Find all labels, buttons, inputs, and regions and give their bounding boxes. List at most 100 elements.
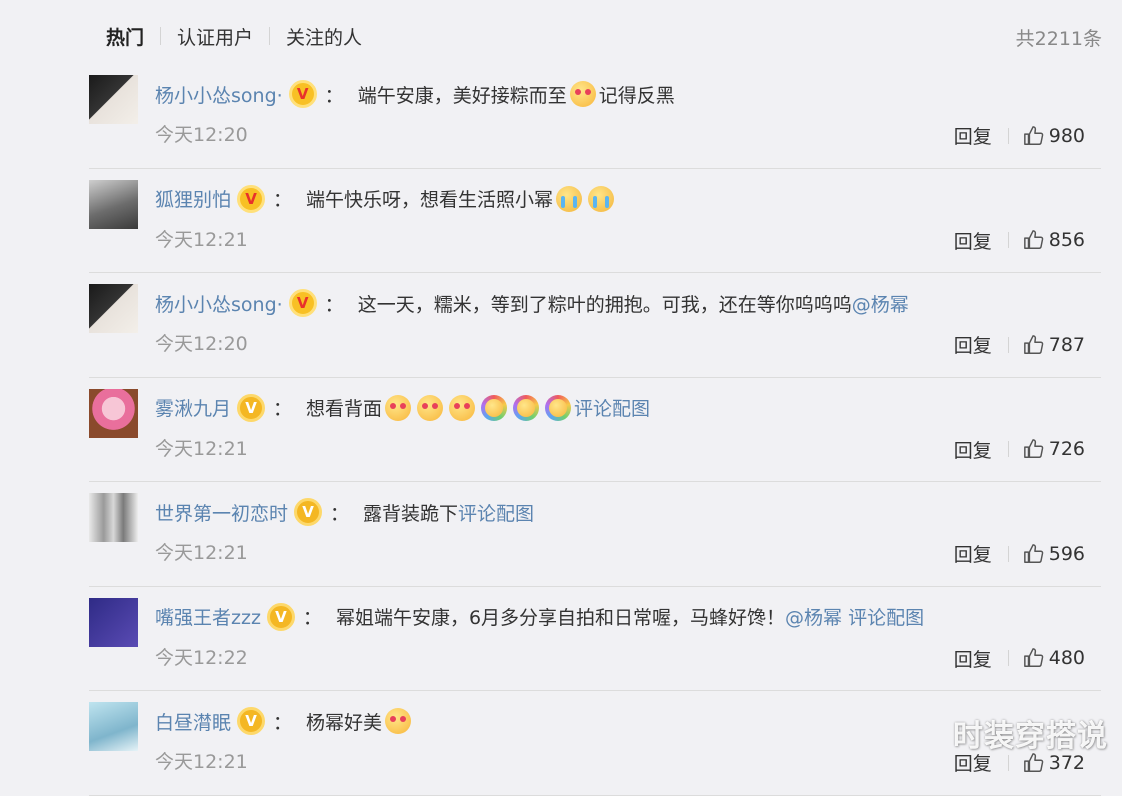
verified-badge-icon: V (237, 184, 266, 213)
comment-text: 这一天，糯米，等到了粽叶的拥抱。可我，还在等你呜呜呜 (357, 293, 852, 316)
tab-verified-users[interactable]: 认证用户 (177, 23, 253, 50)
reply-button[interactable]: 回复 (954, 227, 992, 254)
emoji-heart-icon (417, 394, 444, 421)
thumbs-up-icon (1023, 439, 1044, 458)
emoji-cry-icon (556, 185, 583, 212)
like-count: 980 (1048, 124, 1085, 147)
emoji-heart-icon (449, 394, 476, 421)
emoji-rainbow-icon (513, 394, 540, 421)
tab-separator (269, 27, 271, 45)
avatar[interactable] (89, 493, 138, 542)
action-separator (1007, 232, 1009, 248)
comment-content: 狐狸别怕 V ： 端午快乐呀，想看生活照小幂 (155, 184, 617, 214)
reply-button[interactable]: 回复 (954, 436, 992, 463)
action-separator (1007, 441, 1009, 457)
like-count: 856 (1048, 229, 1085, 251)
like-button[interactable]: 480 (1023, 647, 1085, 669)
comment-link[interactable]: @杨幂 评论配图 (785, 603, 924, 630)
avatar[interactable] (89, 388, 138, 438)
comment-time: 今天12:21 (155, 228, 248, 251)
username-link[interactable]: 杨小小怂song· (155, 81, 283, 108)
avatar[interactable] (89, 179, 138, 229)
emoji-heart-icon (385, 394, 412, 421)
tab-following[interactable]: 关注的人 (286, 23, 362, 50)
like-button[interactable]: 787 (1023, 334, 1085, 356)
username-link[interactable]: 世界第一初恋时 (155, 499, 288, 526)
comment-link[interactable]: @杨幂 (852, 290, 909, 317)
reply-button[interactable]: 回复 (954, 645, 992, 672)
action-separator (1007, 127, 1009, 144)
comment-item: 嘴强王者zzz V ： 幂姐端午安康，6月多分享自拍和日常喔，马蜂好馋！ @杨幂 评论配… (89, 587, 1101, 691)
action-separator (1007, 754, 1009, 771)
username-link[interactable]: 嘴强王者zzz (155, 603, 261, 630)
comment-link[interactable]: 评论配图 (574, 394, 650, 421)
comment-actions: 回复 787 (954, 331, 1085, 358)
action-separator (1007, 545, 1009, 562)
comment-time: 今天12:21 (155, 751, 248, 773)
verified-badge-icon: V (294, 498, 323, 526)
emoji-heart-icon (385, 708, 412, 734)
thumbs-up-icon (1023, 334, 1044, 354)
like-count: 787 (1048, 333, 1085, 356)
comment-item: 狐狸别怕 V ： 端午快乐呀，想看生活照小幂今天12:21 回复 856 (89, 169, 1101, 273)
comment-content: 杨小小怂song· V ： 端午安康，美好接粽而至 记得反黑 (155, 79, 675, 109)
comment-time: 今天12:22 (155, 646, 248, 669)
action-separator (1007, 336, 1009, 353)
comment-time: 今天12:20 (155, 124, 248, 146)
colon: ： (273, 711, 293, 734)
comment-content: 杨小小怂song· V ： 这一天，糯米，等到了粽叶的拥抱。可我，还在等你呜呜呜 @杨幂 (155, 288, 909, 318)
comment-item: 雾湫九月 V ： 想看背面 评论配图今天12:21 回复 726 (89, 378, 1101, 482)
like-button[interactable]: 856 (1023, 229, 1085, 251)
emoji-cry-icon (588, 185, 615, 212)
comment-content: 雾湫九月 V ： 想看背面 评论配图 (155, 393, 650, 423)
verified-badge-icon: V (288, 289, 317, 317)
comment-text: 端午快乐呀，想看生活照小幂 (306, 189, 554, 211)
like-button[interactable]: 726 (1023, 438, 1085, 460)
colon: ： (324, 293, 344, 316)
comment-time: 今天12:21 (155, 437, 248, 460)
colon: ： (273, 398, 293, 420)
tab-hot[interactable]: 热门 (106, 23, 144, 50)
comment-filter-tabs: 热门 认证用户 关注的人 (106, 22, 362, 50)
comment-actions: 回复 980 (954, 122, 1085, 149)
avatar[interactable] (89, 75, 138, 124)
comment-actions: 回复 596 (954, 540, 1085, 567)
comment-item: 世界第一初恋时 V ： 露背装跪下 评论配图今天12:21 回复 596 (89, 482, 1101, 587)
avatar[interactable] (89, 702, 138, 751)
emoji-heart-icon (569, 81, 596, 107)
comment-actions: 回复 480 (954, 645, 1085, 672)
action-separator (1007, 650, 1009, 666)
like-button[interactable]: 980 (1023, 125, 1085, 147)
reply-button[interactable]: 回复 (954, 331, 992, 358)
like-button[interactable]: 596 (1023, 543, 1085, 565)
reply-button[interactable]: 回复 (954, 540, 992, 567)
reply-button[interactable]: 回复 (954, 122, 992, 149)
colon: ： (302, 607, 322, 629)
comment-text: 杨幂好美 (306, 711, 383, 734)
avatar[interactable] (89, 597, 138, 647)
comment-link[interactable]: 评论配图 (458, 499, 534, 526)
colon: ： (330, 502, 350, 525)
colon: ： (273, 189, 293, 211)
comment-actions: 回复 726 (954, 436, 1085, 463)
thumbs-up-icon (1023, 543, 1044, 563)
comment-item: 杨小小怂song· V ： 这一天，糯米，等到了粽叶的拥抱。可我，还在等你呜呜呜 @杨幂… (89, 273, 1101, 378)
verified-badge-icon: V (237, 707, 266, 735)
comment-text-tail: 记得反黑 (598, 84, 675, 107)
username-link[interactable]: 狐狸别怕 (155, 185, 231, 212)
comment-text: 想看背面 (306, 398, 383, 420)
comment-text: 露背装跪下 (363, 502, 459, 525)
username-link[interactable]: 杨小小怂song· (155, 290, 283, 317)
comment-actions: 回复 856 (954, 227, 1085, 254)
avatar[interactable] (89, 284, 138, 333)
username-link[interactable]: 白昼潸眠 (155, 708, 231, 735)
comment-text: 端午安康，美好接粽而至 (357, 84, 567, 107)
comment-content: 世界第一初恋时 V ： 露背装跪下 评论配图 (155, 497, 534, 527)
username-link[interactable]: 雾湫九月 (155, 394, 231, 421)
like-count: 596 (1048, 542, 1085, 565)
comment-item: 白昼潸眠 V：杨幂好美 今天12:21 回复 372 (89, 691, 1101, 796)
verified-badge-icon: V (237, 393, 266, 422)
comment-time: 今天12:20 (155, 333, 248, 355)
comment-time: 今天12:21 (155, 542, 248, 564)
like-count: 726 (1048, 438, 1085, 460)
